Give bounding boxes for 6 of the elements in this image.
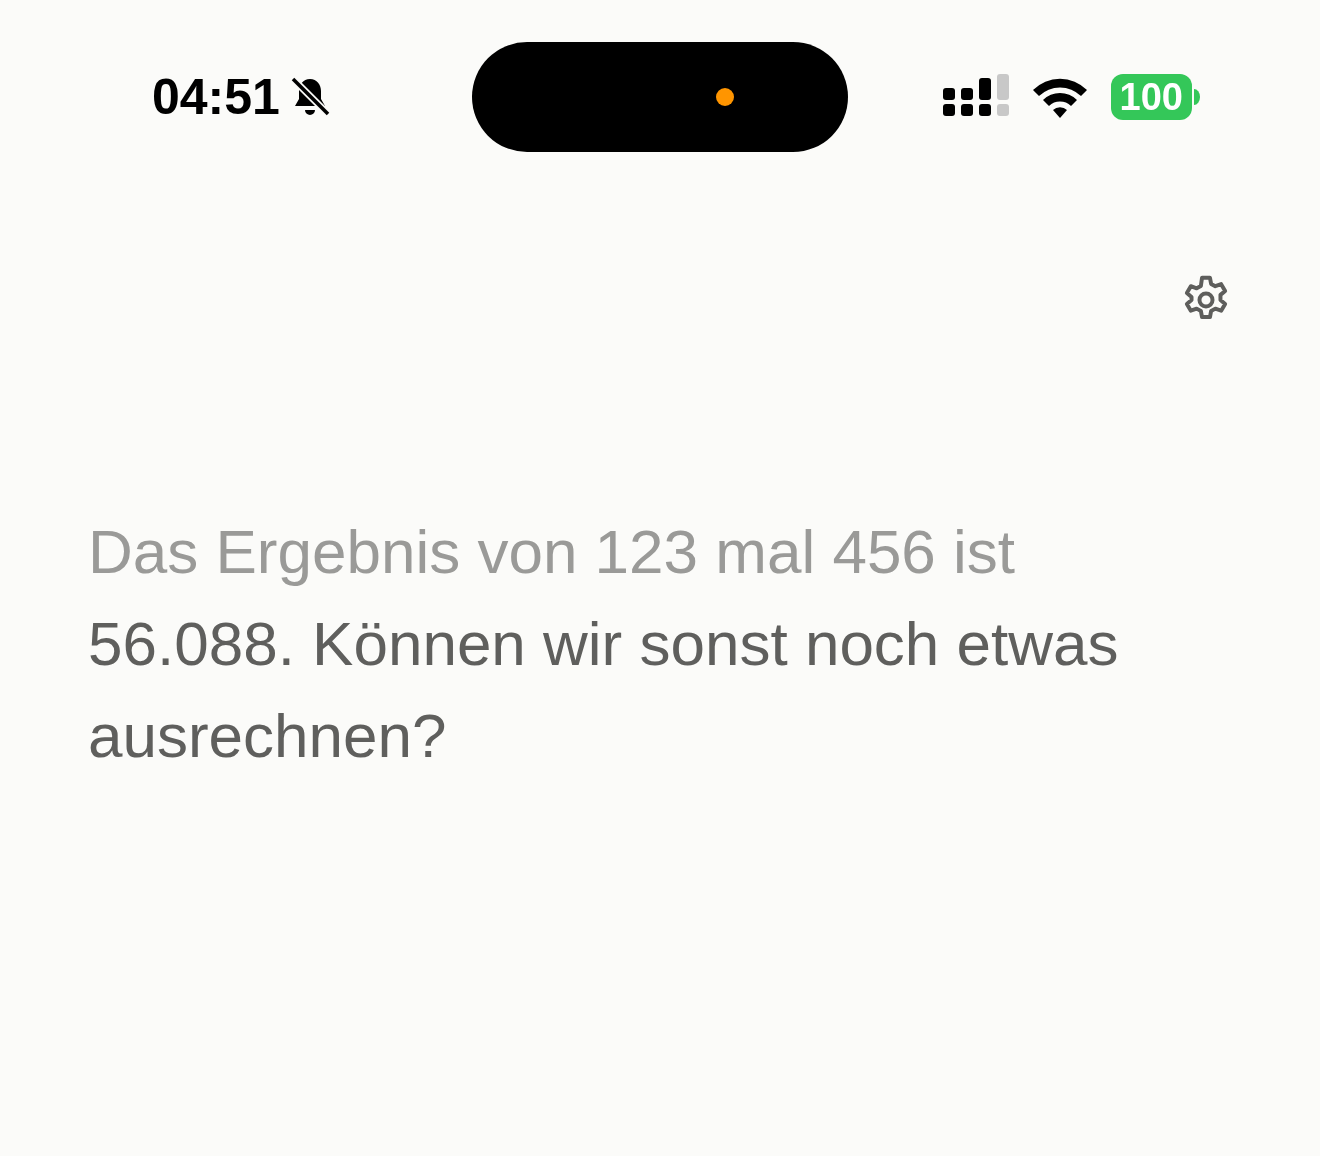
battery-tip-icon [1194,89,1200,105]
message-text: 56.088. Können wir sonst noch etwas ausrechnen? [88,609,1119,770]
message-text: Das Ergebnis von 123 mal 456 ist [88,517,1016,586]
battery-percentage: 100 [1110,74,1192,120]
clock-time: 04:51 [152,68,280,126]
privacy-indicator-icon [716,88,734,106]
